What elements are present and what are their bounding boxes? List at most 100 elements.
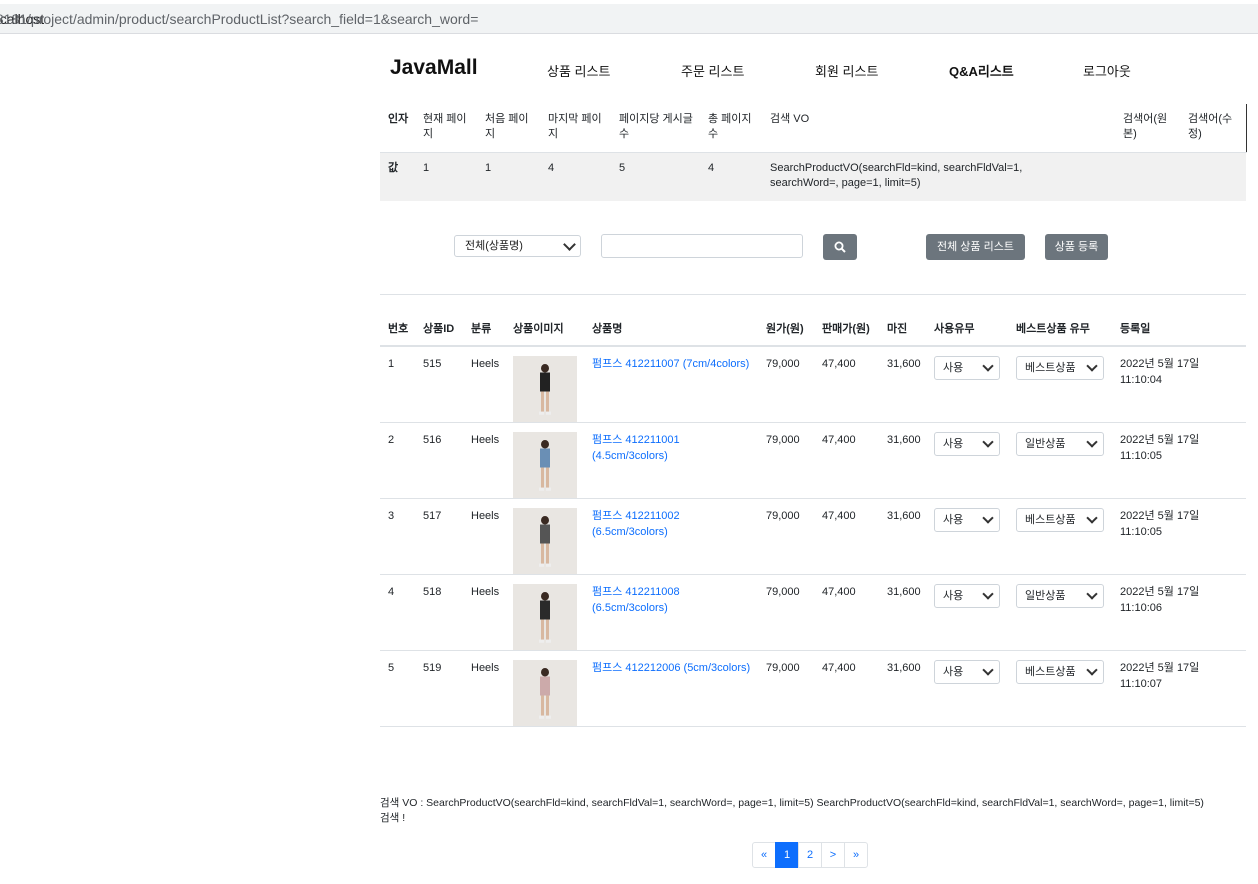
cell-no: 5	[380, 650, 415, 727]
cell-no: 3	[380, 498, 415, 575]
cell-image	[505, 650, 584, 727]
info-header-first-page: 처음 페이지	[477, 104, 540, 153]
info-header-row: 인자 현재 페이지 처음 페이지 마지막 페이지 페이지당 게시글 수 총 페이…	[380, 104, 1247, 153]
product-name-link[interactable]: 펌프스 412211007 (7cm/4colors)	[592, 358, 749, 370]
use-status-value: 사용	[943, 514, 964, 526]
cell-best: 베스트상품	[1008, 650, 1112, 727]
brand-logo[interactable]: JavaMall	[390, 56, 478, 80]
address-bar[interactable]: ocalhost:8181/project/admin/product/sear…	[0, 4, 1258, 34]
product-thumbnail[interactable]	[513, 432, 577, 498]
chevron-down-icon	[982, 512, 994, 524]
table-row: 1 515 Heels 펌프스 412211007 (7cm/4colors) 79,0…	[380, 346, 1246, 423]
page-1-button[interactable]: 1	[775, 842, 799, 868]
chevron-down-icon	[982, 588, 994, 600]
product-thumbnail[interactable]	[513, 660, 577, 726]
cell-date: 2022년 5월 17일 11:10:05	[1112, 498, 1246, 575]
product-thumbnail[interactable]	[513, 584, 577, 650]
info-value-total-pages: 4	[700, 152, 762, 201]
cell-margin: 31,600	[879, 346, 926, 423]
page-last-button[interactable]: »	[844, 842, 868, 868]
product-name-link[interactable]: 펌프스 412211002 (6.5cm/3colors)	[592, 510, 680, 538]
info-header-total-pages: 총 페이지 수	[700, 104, 762, 153]
product-table-header: 번호 상품ID 분류 상품이미지 상품명 원가(원) 판매가(원) 마진 사용유…	[380, 294, 1246, 347]
info-value-row: 값 1 1 4 5 4 SearchProductVO(searchFld=ki…	[380, 152, 1246, 201]
cell-no: 1	[380, 346, 415, 423]
info-header-word-modified: 검색어(수정)	[1180, 104, 1247, 153]
info-value-per-page: 5	[611, 152, 700, 201]
use-status-select[interactable]: 사용	[934, 660, 1000, 684]
best-status-select[interactable]: 일반상품	[1016, 584, 1104, 608]
cell-cost: 79,000	[758, 422, 814, 499]
cell-best: 일반상품	[1008, 422, 1112, 499]
cell-no: 2	[380, 422, 415, 499]
product-name-link[interactable]: 펌프스 412212006 (5cm/3colors)	[592, 662, 750, 674]
chevron-down-icon	[982, 436, 994, 448]
register-product-button[interactable]: 상품 등록	[1045, 234, 1108, 260]
search-button[interactable]	[823, 234, 857, 260]
info-value-word-modified	[1180, 152, 1246, 201]
use-status-select[interactable]: 사용	[934, 584, 1000, 608]
best-status-value: 베스트상품	[1025, 666, 1076, 678]
cell-best: 베스트상품	[1008, 498, 1112, 575]
table-row: 3 517 Heels 펌프스 412211002 (6.5cm/3colors) 79…	[380, 498, 1246, 575]
use-status-select[interactable]: 사용	[934, 508, 1000, 532]
nav-product-list[interactable]: 상품 리스트	[547, 61, 610, 80]
cell-product-id: 515	[415, 346, 463, 423]
use-status-select[interactable]: 사용	[934, 356, 1000, 380]
cell-margin: 31,600	[879, 498, 926, 575]
chevron-down-icon	[982, 360, 994, 372]
page-first-button[interactable]: «	[752, 842, 776, 868]
nav-order-list[interactable]: 주문 리스트	[681, 61, 744, 80]
use-status-value: 사용	[943, 438, 964, 450]
product-thumbnail[interactable]	[513, 508, 577, 574]
search-bar: 전체(상품명) 전체 상품 리스트 상품 등록	[380, 234, 1246, 264]
use-status-select[interactable]: 사용	[934, 432, 1000, 456]
col-header-date: 등록일	[1112, 294, 1246, 347]
all-product-list-button[interactable]: 전체 상품 리스트	[926, 234, 1025, 260]
product-table: 번호 상품ID 분류 상품이미지 상품명 원가(원) 판매가(원) 마진 사용유…	[380, 294, 1246, 727]
cell-best: 베스트상품	[1008, 346, 1112, 423]
cell-price: 47,400	[814, 498, 879, 575]
cell-product-name: 펌프스 412211007 (7cm/4colors)	[584, 346, 758, 423]
search-vo-debug-line1: 검색 VO : SearchProductVO(searchFld=kind, …	[380, 797, 1204, 809]
cell-cost: 79,000	[758, 498, 814, 575]
cell-image	[505, 422, 584, 499]
nav-qna-list[interactable]: Q&A리스트	[949, 61, 1014, 80]
search-input[interactable]	[601, 234, 803, 258]
nav-logout[interactable]: 로그아웃	[1083, 61, 1131, 80]
page-2-button[interactable]: 2	[798, 842, 822, 868]
page-next-button[interactable]: >	[821, 842, 845, 868]
best-status-select[interactable]: 베스트상품	[1016, 356, 1104, 380]
product-name-link[interactable]: 펌프스 412211008 (6.5cm/3colors)	[592, 586, 680, 614]
use-status-value: 사용	[943, 666, 964, 678]
chevron-down-icon	[1086, 664, 1098, 676]
product-name-link[interactable]: 펌프스 412211001 (4.5cm/3colors)	[592, 434, 680, 462]
cell-price: 47,400	[814, 650, 879, 727]
pagination: « 1 2 > »	[752, 842, 868, 868]
cell-cost: 79,000	[758, 574, 814, 651]
info-value-current-page: 1	[415, 152, 477, 201]
top-navbar: JavaMall 상품 리스트 주문 리스트 회원 리스트 Q&A리스트 로그아…	[380, 52, 1246, 88]
info-header-last-page: 마지막 페이지	[540, 104, 611, 153]
cell-use: 사용	[926, 422, 1008, 499]
best-status-select[interactable]: 일반상품	[1016, 432, 1104, 456]
cell-cost: 79,000	[758, 650, 814, 727]
col-header-margin: 마진	[879, 294, 926, 347]
nav-member-list[interactable]: 회원 리스트	[815, 61, 878, 80]
product-photo-figure	[539, 363, 551, 415]
info-header-current-page: 현재 페이지	[415, 104, 477, 153]
cell-product-name: 펌프스 412212006 (5cm/3colors)	[584, 650, 758, 727]
table-row: 5 519 Heels 펌프스 412212006 (5cm/3colors) 79,0…	[380, 650, 1246, 727]
use-status-value: 사용	[943, 362, 964, 374]
search-field-select[interactable]: 전체(상품명)	[454, 235, 581, 257]
best-status-value: 일반상품	[1025, 438, 1066, 450]
search-field-value: 전체(상품명)	[465, 240, 523, 252]
col-header-name: 상품명	[584, 294, 758, 347]
cell-use: 사용	[926, 498, 1008, 575]
cell-no: 4	[380, 574, 415, 651]
best-status-select[interactable]: 베스트상품	[1016, 660, 1104, 684]
cell-category: Heels	[463, 346, 505, 423]
use-status-value: 사용	[943, 590, 964, 602]
product-thumbnail[interactable]	[513, 356, 577, 422]
best-status-select[interactable]: 베스트상품	[1016, 508, 1104, 532]
